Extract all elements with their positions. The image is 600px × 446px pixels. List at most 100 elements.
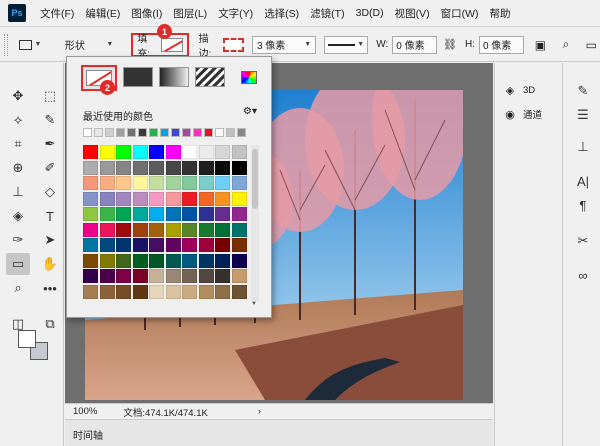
scrollbar-thumb[interactable] bbox=[252, 149, 258, 209]
color-swatch[interactable] bbox=[165, 176, 181, 190]
color-swatch[interactable] bbox=[83, 269, 98, 283]
color-swatch[interactable] bbox=[231, 160, 247, 175]
menu-help[interactable]: 帮助 bbox=[490, 6, 511, 21]
color-swatch[interactable] bbox=[198, 253, 214, 268]
color-swatch[interactable] bbox=[83, 145, 98, 159]
gradient-fill-button[interactable] bbox=[159, 67, 189, 87]
recent-color-swatch[interactable] bbox=[94, 128, 103, 137]
stroke-width-select[interactable]: 3 像素 ▼ bbox=[251, 35, 317, 54]
color-swatch[interactable] bbox=[99, 269, 115, 283]
color-swatch[interactable] bbox=[231, 191, 247, 206]
status-arrow-icon[interactable]: › bbox=[258, 406, 261, 417]
color-swatch[interactable] bbox=[149, 191, 164, 206]
color-swatch[interactable] bbox=[215, 207, 230, 221]
recent-color-swatch[interactable] bbox=[105, 128, 114, 137]
timeline-tab[interactable]: 时间轴 bbox=[73, 427, 103, 442]
gear-icon[interactable]: ⚙▾ bbox=[243, 106, 257, 117]
menu-3d[interactable]: 3D(D) bbox=[356, 7, 384, 19]
stroke-type-select[interactable]: ▼ bbox=[324, 35, 369, 54]
color-swatch[interactable] bbox=[99, 176, 115, 190]
color-swatch[interactable] bbox=[149, 284, 164, 299]
color-swatch[interactable] bbox=[83, 222, 98, 237]
lasso-tool-icon[interactable]: ⟡ bbox=[6, 109, 30, 131]
workspace-icon[interactable]: ▭ bbox=[583, 36, 600, 54]
menu-window[interactable]: 窗口(W) bbox=[441, 6, 479, 21]
solid-fill-button[interactable] bbox=[123, 67, 153, 87]
color-swatch[interactable] bbox=[99, 191, 115, 206]
recent-color-swatch[interactable] bbox=[127, 128, 136, 137]
path-operations-icon[interactable]: ▣ bbox=[532, 36, 549, 54]
color-swatch[interactable] bbox=[182, 284, 197, 299]
color-swatch[interactable] bbox=[198, 191, 214, 206]
menu-type[interactable]: 文字(Y) bbox=[218, 6, 253, 21]
color-swatch[interactable] bbox=[198, 176, 214, 190]
color-swatch[interactable] bbox=[215, 191, 230, 206]
hand-tool-icon[interactable]: ✋ bbox=[38, 253, 62, 275]
color-swatch[interactable] bbox=[83, 160, 98, 175]
color-swatch[interactable] bbox=[116, 269, 131, 283]
shape-mode-select[interactable]: 形状 ▼ bbox=[65, 36, 113, 54]
color-swatch[interactable] bbox=[116, 191, 131, 206]
marquee-tool-icon[interactable]: ⬚ bbox=[38, 85, 62, 107]
color-swatch[interactable] bbox=[215, 160, 230, 175]
menu-image[interactable]: 图像(I) bbox=[131, 6, 162, 21]
stamp-tool-icon[interactable]: ⊥ bbox=[6, 181, 30, 203]
swatch-scrollbar[interactable] bbox=[251, 145, 259, 301]
options-grip[interactable] bbox=[4, 33, 8, 56]
color-swatch[interactable] bbox=[231, 238, 247, 252]
search-icon[interactable]: ⌕ bbox=[557, 36, 574, 54]
recent-color-swatch[interactable] bbox=[215, 128, 224, 137]
color-swatch[interactable] bbox=[149, 222, 164, 237]
eyedropper-tool-icon[interactable]: ✒ bbox=[38, 133, 62, 155]
recent-color-swatch[interactable] bbox=[138, 128, 147, 137]
color-swatch[interactable] bbox=[132, 176, 148, 190]
color-swatch[interactable] bbox=[132, 284, 148, 299]
color-swatch[interactable] bbox=[99, 238, 115, 252]
color-swatch[interactable] bbox=[231, 176, 247, 190]
color-swatch[interactable] bbox=[149, 269, 164, 283]
color-swatch[interactable] bbox=[132, 269, 148, 283]
color-swatch[interactable] bbox=[116, 176, 131, 190]
color-swatch[interactable] bbox=[231, 284, 247, 299]
color-swatch[interactable] bbox=[132, 160, 148, 175]
color-swatch[interactable] bbox=[182, 160, 197, 175]
color-swatch[interactable] bbox=[116, 284, 131, 299]
color-swatch[interactable] bbox=[83, 253, 98, 268]
color-swatch[interactable] bbox=[99, 207, 115, 221]
stroke-swatch[interactable] bbox=[222, 37, 244, 52]
recent-color-swatch[interactable] bbox=[171, 128, 180, 137]
color-swatch[interactable] bbox=[149, 176, 164, 190]
menu-view[interactable]: 视图(V) bbox=[395, 6, 430, 21]
color-swatch[interactable] bbox=[83, 238, 98, 252]
recent-color-swatch[interactable] bbox=[83, 128, 92, 137]
color-swatch[interactable] bbox=[99, 160, 115, 175]
creative-cloud-icon[interactable]: ∞ bbox=[573, 265, 593, 285]
color-swatch[interactable] bbox=[198, 145, 214, 159]
color-swatch[interactable] bbox=[116, 160, 131, 175]
color-swatch[interactable] bbox=[83, 207, 98, 221]
color-swatch[interactable] bbox=[83, 191, 98, 206]
screen-mode-icon[interactable]: ⧉ bbox=[38, 313, 62, 335]
recent-color-swatch[interactable] bbox=[226, 128, 235, 137]
color-swatch[interactable] bbox=[99, 222, 115, 237]
color-swatch[interactable] bbox=[132, 253, 148, 268]
color-swatch[interactable] bbox=[149, 145, 164, 159]
menu-edit[interactable]: 编辑(E) bbox=[85, 6, 120, 21]
color-swatch[interactable] bbox=[116, 238, 131, 252]
color-swatch[interactable] bbox=[116, 253, 131, 268]
more-tools-icon[interactable]: ••• bbox=[38, 277, 62, 299]
recent-color-swatch[interactable] bbox=[149, 128, 158, 137]
clone-source-icon[interactable]: ⊥ bbox=[573, 137, 593, 157]
color-swatch[interactable] bbox=[231, 222, 247, 237]
color-swatch[interactable] bbox=[198, 238, 214, 252]
menu-file[interactable]: 文件(F) bbox=[40, 6, 74, 21]
color-swatch[interactable] bbox=[83, 284, 98, 299]
color-swatch[interactable] bbox=[198, 207, 214, 221]
color-swatch[interactable] bbox=[165, 207, 181, 221]
crop-tool-icon[interactable]: ⌗ bbox=[6, 133, 30, 155]
recent-color-swatch[interactable] bbox=[237, 128, 246, 137]
recent-color-swatch[interactable] bbox=[193, 128, 202, 137]
recent-color-swatch[interactable] bbox=[182, 128, 191, 137]
character-icon[interactable]: A| bbox=[573, 171, 593, 191]
move-tool-icon[interactable]: ✥ bbox=[6, 85, 30, 107]
